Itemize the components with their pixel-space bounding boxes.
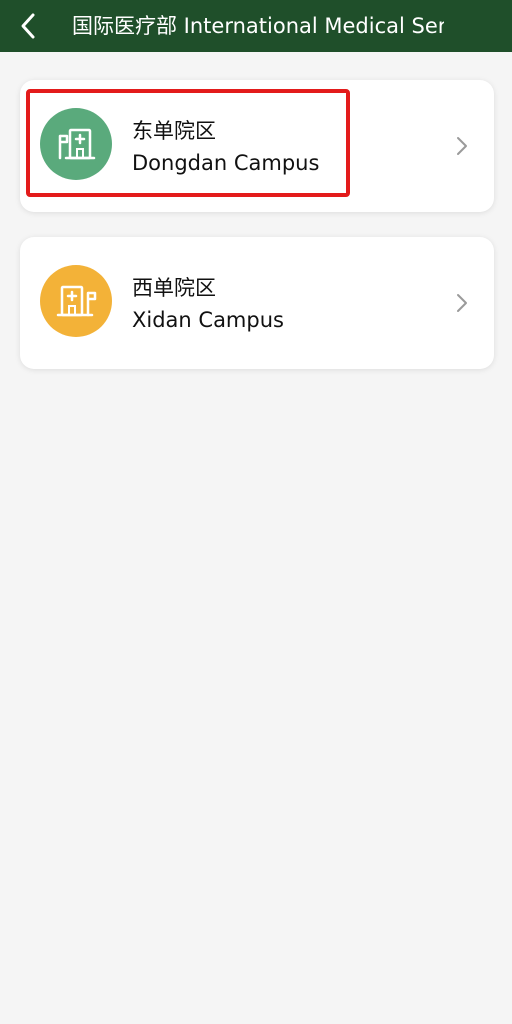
- chevron-right-icon: [457, 294, 467, 312]
- campus-title-en: Xidan Campus: [132, 308, 284, 332]
- campus-title-cn: 西单院区: [132, 276, 216, 300]
- campus-title-cn: 东单院区: [132, 119, 216, 143]
- hospital-building-icon: [40, 108, 112, 180]
- back-button[interactable]: [0, 0, 56, 52]
- top-navigation-bar: 国际医疗部 International Medical Serv: [0, 0, 512, 52]
- chevron-left-icon: [21, 13, 35, 39]
- campus-title-en: Dongdan Campus: [132, 151, 320, 175]
- hospital-building-icon: [40, 265, 112, 337]
- campus-card-dongdan[interactable]: 东单院区 Dongdan Campus: [20, 80, 494, 212]
- campus-card-xidan[interactable]: 西单院区 Xidan Campus: [20, 237, 494, 369]
- chevron-right-icon: [457, 137, 467, 155]
- page-title: 国际医疗部 International Medical Serv: [72, 14, 444, 38]
